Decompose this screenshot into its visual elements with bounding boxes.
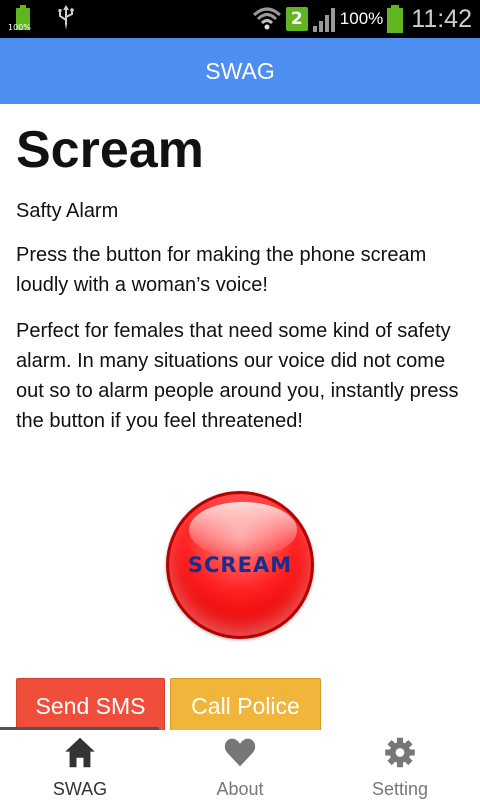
battery-percent: 100%: [339, 9, 384, 28]
bottom-tab-bar: SWAG About Setting: [0, 730, 480, 800]
scream-button-label: SCREAM: [187, 553, 293, 577]
clock: 11:42: [411, 4, 472, 33]
main-content: Scream Safty Alarm Press the button for …: [16, 104, 472, 436]
heart-icon: [224, 738, 256, 767]
battery-small-icon: 100%: [8, 5, 34, 32]
battery-small-percent: 100%: [8, 23, 31, 32]
send-sms-button[interactable]: Send SMS: [16, 678, 165, 734]
signal-icon: [312, 8, 335, 32]
home-icon: [65, 737, 95, 768]
notification-badge: 2: [285, 7, 308, 31]
tab-swag[interactable]: SWAG: [0, 730, 160, 800]
tab-about[interactable]: About: [160, 730, 320, 800]
tab-swag-label: SWAG: [52, 779, 108, 799]
scream-button[interactable]: SCREAM: [166, 491, 314, 639]
tab-about-label: About: [216, 779, 264, 799]
battery-icon: [387, 5, 404, 33]
wifi-icon: [252, 7, 281, 30]
call-police-button[interactable]: Call Police: [170, 678, 321, 734]
page-subtitle: Safty Alarm: [16, 200, 119, 222]
description-paragraph-1: Press the button for making the phone sc…: [16, 244, 427, 296]
page-title: Scream: [16, 121, 204, 179]
tab-setting[interactable]: Setting: [320, 730, 480, 800]
gear-icon: [385, 737, 415, 768]
description-paragraph-2: Perfect for females that need some kind …: [16, 320, 459, 432]
tab-setting-label: Setting: [371, 779, 429, 799]
usb-icon: [58, 5, 74, 30]
app-bar: SWAG: [0, 38, 480, 104]
status-bar: 100% 2 100% 11:42: [0, 0, 480, 38]
app-bar-title: SWAG: [205, 57, 275, 84]
